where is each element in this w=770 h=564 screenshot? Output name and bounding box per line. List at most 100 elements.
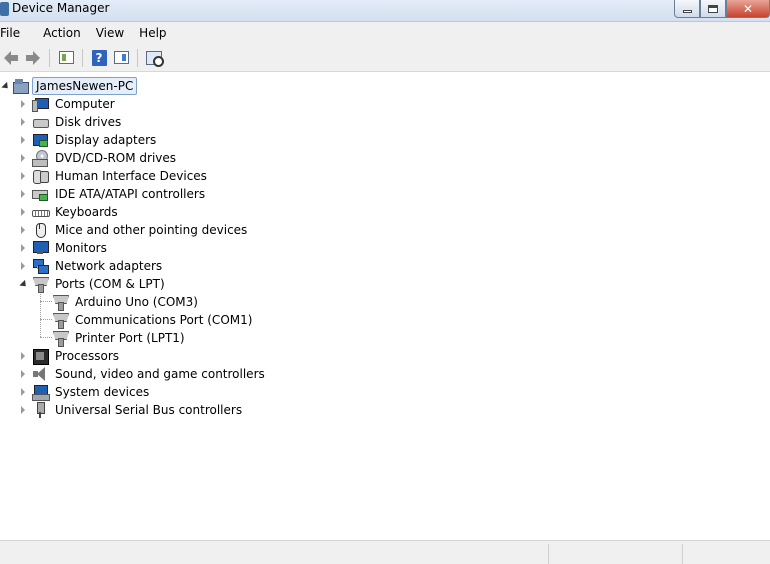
- tree-item-ide-controllers[interactable]: IDE ATA/ATAPI controllers: [18, 185, 208, 203]
- tree-item-human-interface-devices[interactable]: Human Interface Devices: [18, 167, 210, 185]
- monitor-icon: [32, 240, 49, 256]
- maximize-button[interactable]: [700, 0, 726, 18]
- expand-icon[interactable]: [18, 95, 28, 113]
- expand-icon[interactable]: [18, 203, 28, 221]
- expand-icon[interactable]: [18, 347, 28, 365]
- sound-icon: [32, 366, 48, 382]
- help-button[interactable]: ?: [88, 47, 110, 69]
- scan-hardware-button[interactable]: [143, 47, 165, 69]
- forward-button[interactable]: [22, 47, 44, 69]
- expand-icon[interactable]: [18, 113, 28, 131]
- back-icon: [4, 50, 18, 65]
- port-icon: [52, 330, 68, 347]
- tree-item-ports[interactable]: Ports (COM & LPT): [18, 275, 168, 293]
- tree-item-label: Sound, video and game controllers: [55, 367, 265, 381]
- expand-icon[interactable]: [18, 401, 28, 419]
- maximize-icon: [708, 4, 718, 13]
- computer-icon: [32, 96, 49, 112]
- device-tree[interactable]: JamesNewen-PC Computer Disk drives Displ…: [0, 73, 770, 540]
- tree-item-processors[interactable]: Processors: [18, 347, 122, 365]
- device-manager-icon: [0, 2, 9, 16]
- title-bar: Device Manager ✕: [0, 0, 770, 22]
- tree-item-computer[interactable]: Computer: [18, 95, 118, 113]
- tree-item-label: Universal Serial Bus controllers: [55, 403, 243, 417]
- tree-item-arduino-uno[interactable]: Arduino Uno (COM3): [52, 293, 201, 311]
- tree-item-dvd-drives[interactable]: DVD/CD-ROM drives: [18, 149, 179, 167]
- expand-icon[interactable]: [18, 167, 28, 185]
- keyboard-icon: [32, 204, 50, 220]
- window-title: Device Manager: [12, 1, 110, 15]
- collapse-icon[interactable]: [0, 77, 11, 95]
- collapse-icon[interactable]: [18, 275, 29, 293]
- minimize-button[interactable]: [674, 0, 700, 18]
- processor-icon: [32, 348, 49, 365]
- expand-icon[interactable]: [18, 185, 28, 203]
- menu-action[interactable]: Action: [43, 26, 91, 40]
- tree-item-printer-port[interactable]: Printer Port (LPT1): [52, 329, 188, 347]
- toolbar-separator: [137, 48, 138, 67]
- toolbar: ?: [0, 44, 770, 72]
- usb-icon: [32, 402, 48, 418]
- tree-item-system-devices[interactable]: System devices: [18, 383, 152, 401]
- tree-item-label: Mice and other pointing devices: [55, 223, 248, 237]
- expand-icon[interactable]: [18, 221, 28, 239]
- expand-icon[interactable]: [18, 239, 28, 257]
- hid-icon: [32, 168, 49, 184]
- menu-view[interactable]: View: [96, 26, 134, 40]
- toolbar-separator: [49, 48, 50, 67]
- tree-item-monitors[interactable]: Monitors: [18, 239, 110, 257]
- tree-connector: [40, 337, 52, 338]
- network-adapter-icon: [32, 258, 49, 274]
- tree-item-label: Network adapters: [55, 259, 163, 273]
- tree-item-label: Keyboards: [55, 205, 118, 219]
- tree-item-label: System devices: [55, 385, 150, 399]
- tree-item-sound-video[interactable]: Sound, video and game controllers: [18, 365, 268, 383]
- expand-icon[interactable]: [18, 131, 28, 149]
- tree-connector: [40, 301, 52, 302]
- tree-item-label: Arduino Uno (COM3): [75, 295, 198, 309]
- close-icon: ✕: [742, 1, 754, 16]
- status-bar: [0, 540, 770, 564]
- tree-item-label: Processors: [55, 349, 120, 363]
- menu-bar: File Action View Help: [0, 22, 770, 44]
- close-button[interactable]: ✕: [726, 0, 770, 18]
- tree-item-label: Display adapters: [55, 133, 157, 147]
- tree-root[interactable]: JamesNewen-PC: [0, 77, 138, 95]
- minimize-icon: [682, 10, 692, 13]
- expand-icon[interactable]: [18, 257, 28, 275]
- tree-item-network-adapters[interactable]: Network adapters: [18, 257, 165, 275]
- expand-icon[interactable]: [18, 365, 28, 383]
- tree-item-label: Ports (COM & LPT): [55, 277, 165, 291]
- tree-item-label: Monitors: [55, 241, 107, 255]
- back-button[interactable]: [0, 47, 22, 69]
- window-controls: ✕: [674, 0, 770, 20]
- tree-item-disk-drives[interactable]: Disk drives: [18, 113, 124, 131]
- tree-item-usb-controllers[interactable]: Universal Serial Bus controllers: [18, 401, 245, 419]
- tree-item-label: Printer Port (LPT1): [75, 331, 185, 345]
- update-driver-button[interactable]: [110, 47, 132, 69]
- tree-connector: [40, 319, 52, 320]
- update-driver-icon: [113, 51, 129, 64]
- status-pane: [682, 544, 683, 564]
- menu-help[interactable]: Help: [139, 26, 176, 40]
- ide-controller-icon: [32, 186, 48, 202]
- tree-item-mice[interactable]: Mice and other pointing devices: [18, 221, 250, 239]
- tree-item-keyboards[interactable]: Keyboards: [18, 203, 121, 221]
- expand-icon[interactable]: [18, 383, 28, 401]
- port-icon: [52, 312, 68, 329]
- expand-icon[interactable]: [18, 149, 28, 167]
- dvd-drive-icon: [32, 150, 48, 167]
- tree-item-label: Computer: [55, 97, 115, 111]
- properties-icon: [58, 51, 74, 64]
- tree-item-label: IDE ATA/ATAPI controllers: [55, 187, 206, 201]
- help-icon: ?: [91, 49, 107, 66]
- tree-item-label: Human Interface Devices: [55, 169, 207, 183]
- display-adapter-icon: [32, 132, 48, 148]
- tree-item-display-adapters[interactable]: Display adapters: [18, 131, 159, 149]
- properties-button[interactable]: [55, 47, 77, 69]
- root-label: JamesNewen-PC: [32, 77, 138, 95]
- tree-item-label: Communications Port (COM1): [75, 313, 253, 327]
- menu-file[interactable]: File: [0, 26, 30, 40]
- mouse-icon: [32, 222, 48, 238]
- tree-item-communications-port[interactable]: Communications Port (COM1): [52, 311, 255, 329]
